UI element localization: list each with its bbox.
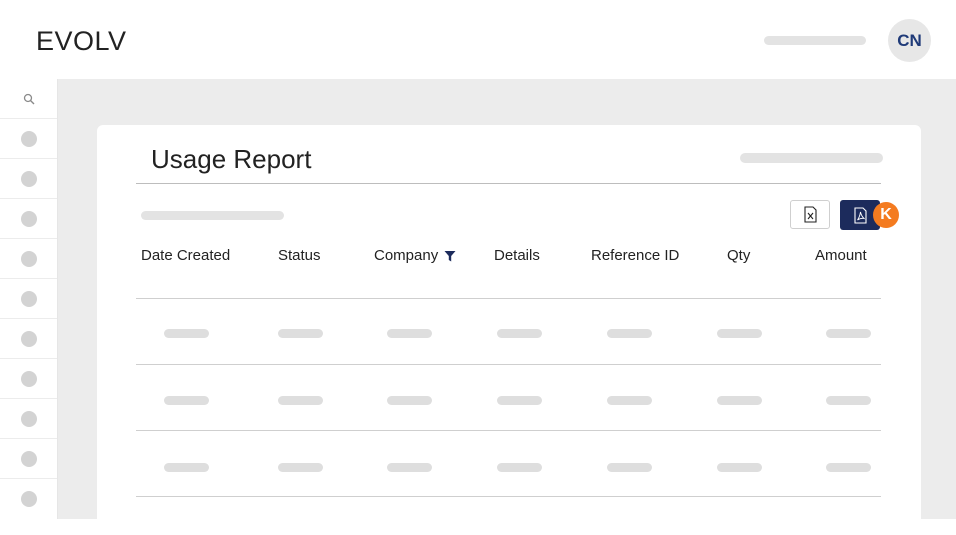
cell-placeholder bbox=[497, 329, 542, 338]
title-divider bbox=[136, 183, 881, 184]
sidebar-item-search[interactable] bbox=[0, 79, 57, 119]
sidebar-item[interactable] bbox=[0, 159, 57, 199]
nav-dot-icon bbox=[20, 170, 37, 187]
row-divider bbox=[136, 496, 881, 497]
cell-placeholder bbox=[607, 463, 652, 472]
nav-dot-icon bbox=[20, 250, 37, 267]
row-divider bbox=[136, 298, 881, 299]
cell-placeholder bbox=[607, 329, 652, 338]
row-divider bbox=[136, 430, 881, 431]
cell-placeholder bbox=[164, 463, 209, 472]
column-header-date-created[interactable]: Date Created bbox=[141, 247, 230, 264]
header-placeholder bbox=[764, 36, 866, 45]
sidebar-item[interactable] bbox=[0, 279, 57, 319]
column-header-details[interactable]: Details bbox=[494, 247, 540, 264]
column-header-amount[interactable]: Amount bbox=[815, 247, 867, 264]
cell-placeholder bbox=[497, 463, 542, 472]
search-icon bbox=[23, 93, 34, 104]
nav-dot-icon bbox=[20, 491, 37, 507]
column-header-company-label: Company bbox=[374, 247, 439, 264]
nav-dot-icon bbox=[20, 450, 37, 467]
export-excel-button[interactable] bbox=[790, 200, 830, 229]
nav-dot-icon bbox=[20, 290, 37, 307]
cell-placeholder bbox=[164, 396, 209, 405]
cell-placeholder bbox=[164, 329, 209, 338]
cell-placeholder bbox=[387, 396, 432, 405]
top-bar: EVOLV CN bbox=[0, 0, 956, 79]
cell-placeholder bbox=[826, 463, 871, 472]
sidebar-item[interactable] bbox=[0, 439, 57, 479]
column-header-company[interactable]: Company bbox=[374, 247, 456, 264]
filter-icon[interactable] bbox=[444, 250, 456, 262]
sidebar-item[interactable] bbox=[0, 319, 57, 359]
excel-file-icon bbox=[803, 206, 817, 223]
sidebar-item[interactable] bbox=[0, 199, 57, 239]
cell-placeholder bbox=[826, 329, 871, 338]
nav-dot-icon bbox=[20, 210, 37, 227]
cell-placeholder bbox=[826, 396, 871, 405]
cell-placeholder bbox=[387, 463, 432, 472]
cell-placeholder bbox=[278, 463, 323, 472]
nav-dot-icon bbox=[20, 130, 37, 147]
column-header-qty[interactable]: Qty bbox=[727, 247, 750, 264]
nav-dot-icon bbox=[20, 330, 37, 347]
page-title: Usage Report bbox=[151, 144, 312, 174]
sidebar-item[interactable] bbox=[0, 119, 57, 159]
title-placeholder bbox=[740, 153, 883, 163]
avatar[interactable]: CN bbox=[888, 19, 931, 62]
column-header-status[interactable]: Status bbox=[278, 247, 321, 264]
pdf-file-icon bbox=[853, 206, 867, 224]
cell-placeholder bbox=[607, 396, 652, 405]
cell-placeholder bbox=[278, 329, 323, 338]
cell-placeholder bbox=[717, 396, 762, 405]
column-header-reference-id[interactable]: Reference ID bbox=[591, 247, 679, 264]
cell-placeholder bbox=[717, 463, 762, 472]
sidebar-item[interactable] bbox=[0, 399, 57, 439]
cell-placeholder bbox=[387, 329, 432, 338]
sidebar-item[interactable] bbox=[0, 239, 57, 279]
notification-badge[interactable]: K bbox=[873, 202, 899, 228]
sidebar bbox=[0, 79, 58, 519]
cell-placeholder bbox=[278, 396, 323, 405]
nav-dot-icon bbox=[20, 370, 37, 387]
cell-placeholder bbox=[497, 396, 542, 405]
cell-placeholder bbox=[717, 329, 762, 338]
subtitle-placeholder bbox=[141, 211, 284, 220]
nav-dot-icon bbox=[20, 410, 37, 427]
brand-logo[interactable]: EVOLV bbox=[36, 26, 127, 57]
row-divider bbox=[136, 364, 881, 365]
sidebar-item[interactable] bbox=[0, 359, 57, 399]
sidebar-item[interactable] bbox=[0, 479, 57, 519]
